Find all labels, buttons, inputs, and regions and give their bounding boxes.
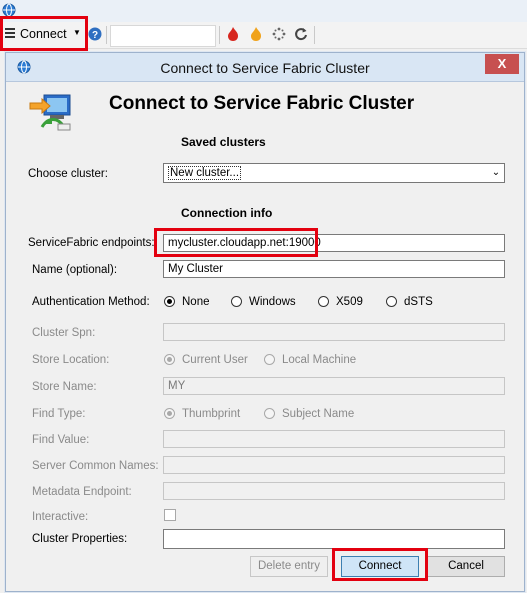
cluster-properties-label: Cluster Properties: xyxy=(32,533,128,545)
auth-windows-radio[interactable] xyxy=(231,296,242,307)
endpoints-label: ServiceFabric endpoints: xyxy=(28,237,155,249)
store-current-user-label: Current User xyxy=(182,354,248,366)
interactive-checkbox xyxy=(164,509,176,521)
find-subject-name-radio xyxy=(264,408,275,419)
cluster-connect-logo-icon xyxy=(29,94,71,131)
connection-info-heading: Connection info xyxy=(181,206,273,220)
connect-button-highlight xyxy=(332,548,428,581)
metadata-endpoint-input xyxy=(163,482,505,500)
server-common-names-label: Server Common Names: xyxy=(32,460,159,472)
auth-none-radio[interactable] xyxy=(164,296,175,307)
cluster-spn-input xyxy=(163,323,505,341)
spinner-icon[interactable] xyxy=(272,27,286,41)
auth-dsts-radio[interactable] xyxy=(386,296,397,307)
help-icon[interactable]: ? xyxy=(88,27,102,41)
store-name-input: MY xyxy=(163,377,505,395)
cluster-spn-label: Cluster Spn: xyxy=(32,327,96,339)
dialog-heading: Connect to Service Fabric Cluster xyxy=(109,93,415,114)
cancel-button[interactable]: Cancel xyxy=(427,556,505,577)
connect-dialog: Connect to Service Fabric Cluster X Conn… xyxy=(5,52,525,592)
saved-clusters-heading: Saved clusters xyxy=(181,135,266,149)
choose-cluster-value: New cluster... xyxy=(168,166,242,180)
find-thumbprint-label: Thumbprint xyxy=(182,408,241,420)
auth-x509-label: X509 xyxy=(336,296,363,308)
cluster-properties-input[interactable] xyxy=(163,529,505,549)
chevron-down-icon[interactable]: ⌄ xyxy=(488,164,504,182)
find-type-label: Find Type: xyxy=(32,408,86,420)
store-local-machine-label: Local Machine xyxy=(282,354,357,366)
auth-method-label: Authentication Method: xyxy=(32,296,150,308)
refresh-icon[interactable] xyxy=(294,27,308,41)
flame-red-icon[interactable] xyxy=(226,27,240,41)
choose-cluster-select[interactable]: New cluster... ⌄ xyxy=(163,163,505,183)
choose-cluster-label: Choose cluster: xyxy=(28,168,108,180)
toolbar-separator xyxy=(219,26,220,44)
toolbar-blank-field xyxy=(110,25,216,47)
toolbar-separator xyxy=(314,26,315,44)
store-location-label: Store Location: xyxy=(32,354,110,366)
find-value-input xyxy=(163,430,505,448)
server-common-names-input xyxy=(163,456,505,474)
close-button[interactable]: X xyxy=(485,54,519,74)
globe-icon xyxy=(2,3,16,17)
store-current-user-radio xyxy=(164,354,175,365)
endpoints-highlight xyxy=(154,228,318,257)
delete-entry-button: Delete entry xyxy=(250,556,328,577)
flame-orange-icon[interactable] xyxy=(249,27,263,41)
auth-x509-radio[interactable] xyxy=(318,296,329,307)
auth-windows-label: Windows xyxy=(249,296,296,308)
store-local-machine-radio xyxy=(264,354,275,365)
find-thumbprint-radio xyxy=(164,408,175,419)
find-subject-name-label: Subject Name xyxy=(282,408,355,420)
auth-none-label: None xyxy=(182,296,210,308)
dialog-titlebar: Connect to Service Fabric Cluster X xyxy=(6,53,524,82)
name-input[interactable]: My Cluster xyxy=(163,260,505,278)
store-name-label: Store Name: xyxy=(32,381,97,393)
dialog-title: Connect to Service Fabric Cluster xyxy=(160,60,370,76)
connect-highlight xyxy=(0,16,88,51)
interactive-label: Interactive: xyxy=(32,511,89,523)
metadata-endpoint-label: Metadata Endpoint: xyxy=(32,486,132,498)
auth-dsts-label: dSTS xyxy=(404,296,433,308)
name-label: Name (optional): xyxy=(32,264,118,276)
svg-text:?: ? xyxy=(92,30,98,41)
find-value-label: Find Value: xyxy=(32,434,90,446)
toolbar-separator xyxy=(106,26,107,44)
